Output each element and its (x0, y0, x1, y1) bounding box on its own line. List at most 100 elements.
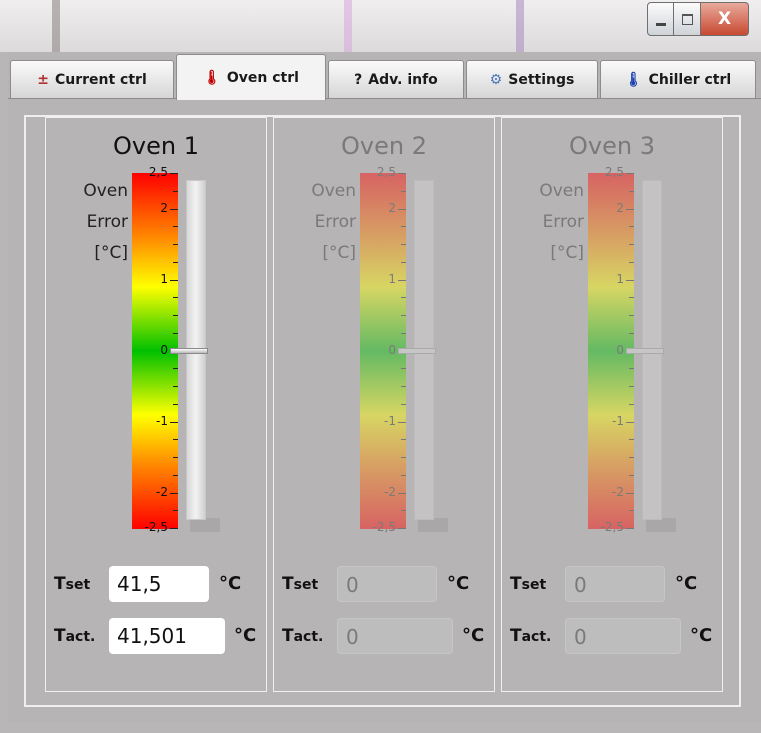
thermometer-blue-icon: 🌡 (624, 71, 643, 88)
scale-minor-tick (629, 261, 634, 263)
scale-tick-label: -1 (384, 413, 396, 428)
tact-unit: °C (462, 625, 485, 646)
scale-minor-tick (401, 386, 406, 387)
background-artifact (52, 0, 60, 52)
slider-shadow (418, 518, 448, 532)
tset-row: Tset (54, 566, 90, 602)
scale-minor-tick (173, 315, 178, 316)
error-slider-thumb (170, 347, 208, 354)
tset-row: Tset (282, 566, 318, 602)
scale-minor-tick (173, 190, 178, 192)
tset-label: Tset (510, 574, 546, 594)
scale-tick-label: -1 (156, 413, 168, 428)
window-body: ± Current ctrl 🌡 Oven ctrl ? Adv. info ⚙… (8, 52, 761, 722)
scale-minor-tick (401, 457, 406, 458)
tab-chiller-ctrl[interactable]: 🌡 Chiller ctrl (600, 60, 756, 98)
tset-label-main: T (54, 574, 66, 594)
scale-major-tick (398, 173, 406, 174)
scale-minor-tick (401, 315, 406, 316)
scale-minor-tick (173, 226, 178, 228)
tact-label-sub: act. (293, 629, 324, 645)
tact-label: Tact. (54, 626, 95, 646)
close-button[interactable]: X (701, 2, 749, 36)
scale-major-tick (398, 492, 406, 494)
background-artifact (516, 0, 524, 52)
scale-minor-tick (629, 510, 634, 512)
scale-label-line: [°C] (94, 243, 128, 263)
tab-oven-ctrl[interactable]: 🌡 Oven ctrl (176, 54, 326, 100)
scale-tick-label: 2 (160, 200, 168, 215)
maximize-button[interactable] (674, 2, 701, 36)
scale-minor-tick (629, 297, 634, 299)
tact-label-main: T (282, 626, 294, 646)
scale-minor-tick (629, 244, 634, 245)
question-icon: ? (354, 71, 363, 88)
scale-minor-tick (173, 457, 178, 458)
minimize-button[interactable] (647, 2, 674, 36)
scale-major-tick (170, 208, 178, 210)
oven-title: Oven 3 (569, 132, 655, 160)
tset-unit: °C (675, 573, 698, 594)
scale-major-tick (626, 421, 634, 423)
tset-label-sub: set (293, 577, 319, 593)
minimize-icon (655, 22, 666, 26)
scale-tick-label: 0 (160, 342, 168, 357)
scale-minor-tick (173, 332, 178, 334)
scale-major-tick (170, 421, 178, 423)
tact-label: Tact. (282, 626, 323, 646)
oven-ctrl-panel: Oven 1 Oven Error [°C] 2,5 2 1 0 -1 -2 -2,5 Ts… (8, 99, 761, 709)
scale-label-line: [°C] (322, 243, 356, 263)
scale-tick-label: 0 (388, 342, 396, 357)
scale-tick-label: 1 (388, 271, 396, 286)
tact-label-sub: act. (521, 629, 552, 645)
tact-label: Tact. (510, 626, 551, 646)
tset-label-main: T (510, 574, 522, 594)
scale-label-line: Error (314, 212, 356, 232)
scale-tick-label: 1 (160, 271, 168, 286)
scale-tick-label: 2,5 (604, 165, 624, 179)
scale-minor-tick (173, 403, 178, 405)
tab-label: Adv. info (368, 71, 438, 88)
scale-minor-tick (173, 297, 178, 299)
tact-row: Tact. (510, 618, 551, 654)
tab-label: Current ctrl (54, 71, 147, 88)
tact-row: Tact. (282, 618, 323, 654)
scale-major-tick (626, 173, 634, 174)
scale-minor-tick (173, 261, 178, 263)
scale-minor-tick (629, 332, 634, 334)
scale-major-tick (398, 528, 406, 529)
scale-label-line: Oven (539, 181, 584, 201)
tset-label: Tset (54, 574, 90, 594)
tact-label-main: T (510, 626, 522, 646)
tact-field: 0 (337, 618, 453, 654)
current-icon: ± (37, 71, 49, 88)
window-controls: X (647, 2, 749, 36)
scale-label-line: Error (542, 212, 584, 232)
scale-tick-label: 2,5 (376, 165, 396, 179)
tact-label-main: T (54, 626, 66, 646)
scale-tick-label: -2,5 (144, 520, 168, 534)
thermometer-red-icon: 🌡 (203, 69, 221, 86)
scale-minor-tick (401, 510, 406, 512)
tab-adv-info[interactable]: ? Adv. info (328, 60, 464, 98)
scale-major-tick (398, 279, 406, 281)
scale-major-tick (626, 279, 634, 281)
tact-field: 41,501 (109, 618, 225, 654)
scale-tick-label: -1 (612, 413, 624, 428)
tset-label: Tset (282, 574, 318, 594)
tab-label: Oven ctrl (226, 69, 299, 86)
scale-minor-tick (401, 474, 406, 476)
tab-current-ctrl[interactable]: ± Current ctrl (10, 60, 174, 98)
tact-row: Tact. (54, 618, 95, 654)
scale-major-tick (626, 492, 634, 494)
scale-label-line: Oven (311, 181, 356, 201)
scale-minor-tick (629, 386, 634, 387)
tset-field[interactable]: 41,5 (109, 566, 209, 602)
oven-title: Oven 1 (113, 132, 199, 160)
scale-minor-tick (401, 244, 406, 245)
tset-label-main: T (282, 574, 294, 594)
tab-label: Chiller ctrl (648, 71, 732, 88)
scale-major-tick (626, 528, 634, 529)
scale-minor-tick (173, 439, 178, 441)
tab-settings[interactable]: ⚙ Settings (466, 60, 598, 98)
